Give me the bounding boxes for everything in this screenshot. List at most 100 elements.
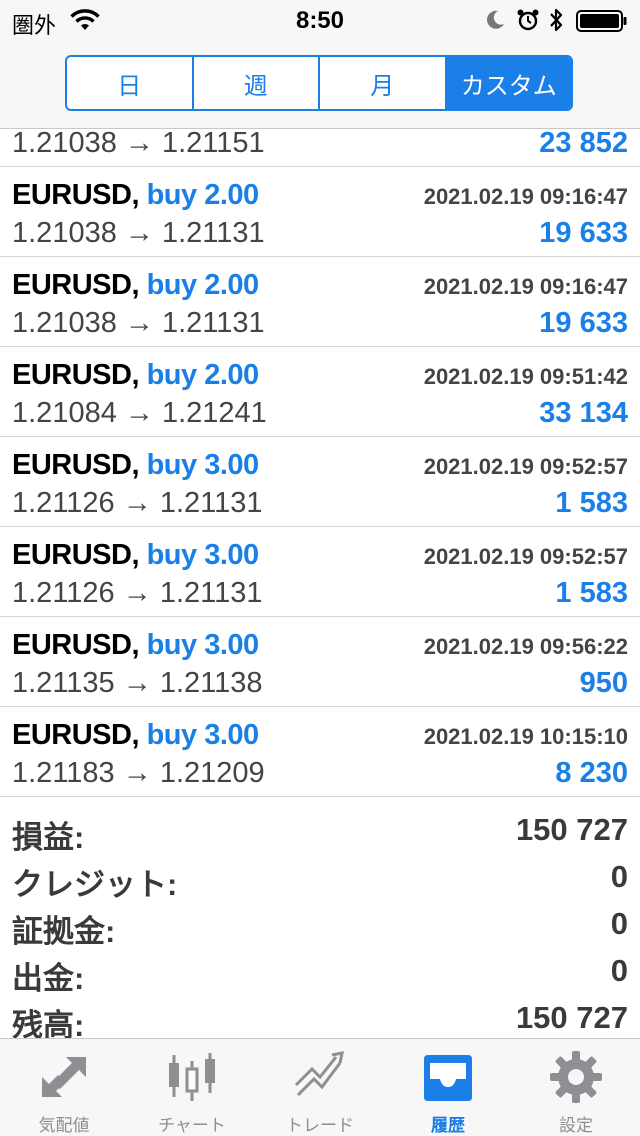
- deal-row[interactable]: EURUSD, buy 3.00 2021.02.19 09:52:57 1.2…: [0, 527, 640, 617]
- close-price: 1.21209: [159, 757, 265, 789]
- deal-prices: 1.21038 → 1.21151: [12, 127, 265, 160]
- open-price: 1.21038: [12, 217, 117, 249]
- deal-side-volume: buy 3.00: [146, 539, 260, 571]
- deal-row[interactable]: EURUSD, buy 3.00 2021.02.19 10:15:10 1.2…: [0, 707, 640, 797]
- period-tab-custom[interactable]: カスタム: [446, 57, 571, 109]
- summary-row-profit: 損益: 150 727: [0, 808, 640, 855]
- period-tab-day[interactable]: 日: [67, 57, 194, 109]
- tab-trade[interactable]: トレード: [256, 1039, 384, 1136]
- deal-side-volume: buy 3.00: [146, 719, 260, 751]
- tab-history[interactable]: 履歴: [384, 1039, 512, 1136]
- bottom-tab-bar: 気配値 チャート トレード 履歴 設定: [0, 1038, 640, 1136]
- deal-time: 2021.02.19 09:16:47: [423, 274, 628, 299]
- deal-row[interactable]: EURUSD, buy 3.00 2021.02.19 09:52:57 1.2…: [0, 437, 640, 527]
- deal-side-volume: buy 2.00: [146, 179, 260, 211]
- deal-symbol: EURUSD, buy 2.00: [12, 269, 259, 302]
- history-summary: 損益: 150 727 クレジット: 0 証拠金: 0 出金: 0 残高: 15…: [0, 808, 640, 1043]
- close-price: 1.21131: [161, 307, 265, 339]
- deal-profit: 33 134: [539, 397, 628, 429]
- arrow-right-icon: →: [124, 217, 154, 249]
- deal-prices: 1.21126 → 1.21131: [12, 577, 263, 610]
- summary-value: 0: [610, 906, 628, 941]
- tab-chart[interactable]: チャート: [128, 1039, 256, 1136]
- close-price: 1.21241: [161, 397, 267, 429]
- tab-quotes[interactable]: 気配値: [0, 1039, 128, 1136]
- history-screen: 圏外 8:50 日 週 月 カスタム 1.21038 → 1.21151 23 …: [0, 0, 640, 1136]
- deal-prices: 1.21084 → 1.21241: [12, 397, 267, 430]
- symbol-name: EURUSD,: [12, 539, 140, 571]
- deal-profit: 1 583: [555, 487, 628, 519]
- summary-row-balance: 残高: 150 727: [0, 996, 640, 1043]
- deal-symbol: EURUSD, buy 2.00: [12, 359, 259, 392]
- arrow-right-icon: →: [124, 397, 154, 429]
- deal-time: 2021.02.19 09:52:57: [423, 454, 628, 479]
- symbol-name: EURUSD,: [12, 719, 140, 751]
- open-price: 1.21135: [12, 667, 115, 699]
- deal-profit: 23 852: [539, 127, 628, 159]
- arrow-right-icon: →: [122, 487, 152, 519]
- deal-symbol: EURUSD, buy 3.00: [12, 629, 259, 662]
- deal-row[interactable]: EURUSD, buy 2.00 2021.02.19 09:16:47 1.2…: [0, 257, 640, 347]
- history-inbox-icon: [424, 1055, 472, 1101]
- symbol-name: EURUSD,: [12, 179, 140, 211]
- deal-side-volume: buy 3.00: [146, 629, 260, 661]
- candlestick-chart-icon: [169, 1053, 215, 1101]
- trade-trend-icon: [294, 1051, 344, 1097]
- deal-profit: 19 633: [539, 217, 628, 249]
- summary-label: 出金:: [12, 961, 85, 996]
- deal-symbol: EURUSD, buy 3.00: [12, 539, 259, 572]
- deal-time: 2021.02.19 09:52:57: [423, 544, 628, 569]
- deal-profit: 950: [579, 667, 628, 699]
- open-price: 1.21126: [12, 487, 115, 519]
- symbol-name: EURUSD,: [12, 629, 140, 661]
- summary-value: 150 727: [515, 1000, 628, 1035]
- deal-row[interactable]: 1.21038 → 1.21151 23 852: [0, 127, 640, 167]
- summary-row-deposit: 証拠金: 0: [0, 902, 640, 949]
- deal-profit: 1 583: [555, 577, 628, 609]
- period-header: 日 週 月 カスタム: [0, 40, 640, 129]
- close-price: 1.21131: [159, 577, 263, 609]
- deal-symbol: EURUSD, buy 3.00: [12, 719, 259, 752]
- tab-label: 履歴: [431, 1116, 465, 1135]
- arrow-right-icon: →: [122, 667, 152, 699]
- deal-side-volume: buy 2.00: [146, 359, 260, 391]
- deal-side-volume: buy 3.00: [146, 449, 260, 481]
- deal-profit: 19 633: [539, 307, 628, 339]
- tab-label: トレード: [286, 1116, 354, 1135]
- arrow-right-icon: →: [124, 307, 154, 339]
- open-price: 1.21038: [12, 307, 117, 339]
- battery-icon: [576, 10, 627, 32]
- period-segmented-control: 日 週 月 カスタム: [65, 55, 573, 111]
- deal-side-volume: buy 2.00: [146, 269, 260, 301]
- close-price: 1.21131: [159, 487, 263, 519]
- bluetooth-icon: [550, 8, 563, 32]
- summary-row-withdrawal: 出金: 0: [0, 949, 640, 996]
- settings-gear-icon: [550, 1051, 602, 1103]
- deal-profit: 8 230: [555, 757, 628, 789]
- deal-row[interactable]: EURUSD, buy 2.00 2021.02.19 09:51:42 1.2…: [0, 347, 640, 437]
- status-clock: 8:50: [295, 7, 345, 34]
- deal-prices: 1.21135 → 1.21138: [12, 667, 263, 700]
- deal-prices: 1.21183 → 1.21209: [12, 757, 265, 790]
- deal-prices: 1.21126 → 1.21131: [12, 487, 263, 520]
- close-price: 1.21131: [161, 217, 265, 249]
- moon-icon: [487, 10, 504, 29]
- tab-label: 気配値: [38, 1116, 90, 1135]
- arrow-right-icon: →: [124, 127, 154, 159]
- deal-list[interactable]: 1.21038 → 1.21151 23 852 EURUSD, buy 2.0…: [0, 127, 640, 797]
- deal-prices: 1.21038 → 1.21131: [12, 217, 265, 250]
- symbol-name: EURUSD,: [12, 449, 140, 481]
- status-bar: 圏外 8:50: [0, 0, 640, 40]
- summary-label: 損益:: [12, 820, 85, 855]
- deal-time: 2021.02.19 10:15:10: [423, 724, 628, 749]
- summary-value: 150 727: [515, 812, 628, 847]
- arrow-right-icon: →: [122, 757, 152, 789]
- summary-label: クレジット:: [12, 867, 178, 902]
- deal-row[interactable]: EURUSD, buy 2.00 2021.02.19 09:16:47 1.2…: [0, 167, 640, 257]
- deal-row[interactable]: EURUSD, buy 3.00 2021.02.19 09:56:22 1.2…: [0, 617, 640, 707]
- deal-time: 2021.02.19 09:16:47: [423, 184, 628, 209]
- summary-label: 証拠金:: [12, 914, 116, 949]
- period-tab-week[interactable]: 週: [194, 57, 320, 109]
- tab-settings[interactable]: 設定: [512, 1039, 640, 1136]
- period-tab-month[interactable]: 月: [320, 57, 447, 109]
